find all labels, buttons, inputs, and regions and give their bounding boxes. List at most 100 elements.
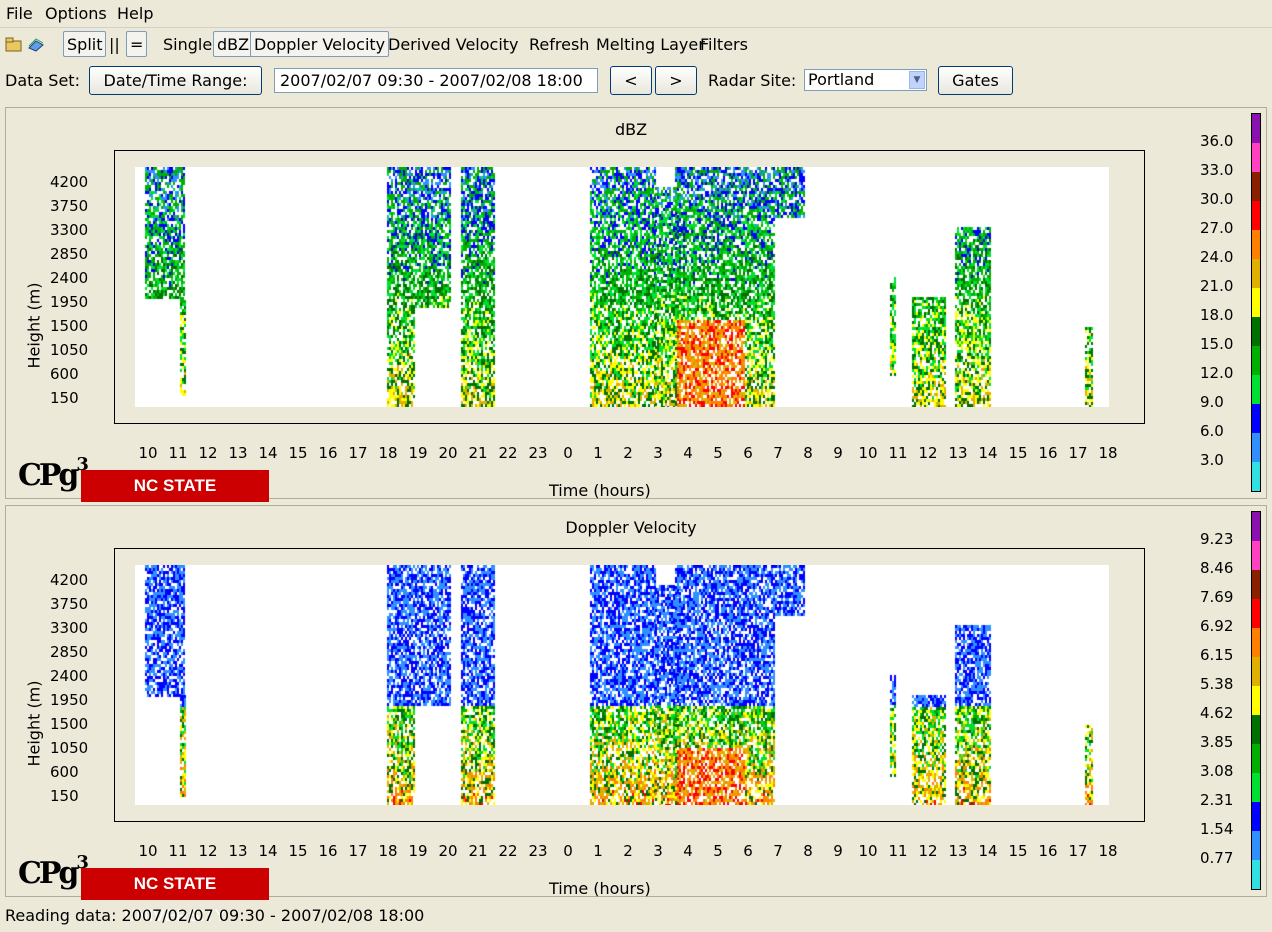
colorbar-label: 0.77 bbox=[1200, 849, 1234, 867]
x-tick-label: 17 bbox=[348, 444, 368, 462]
panel-title: dBZ bbox=[614, 120, 648, 139]
plot-area bbox=[135, 167, 1109, 407]
colorbar-label: 30.0 bbox=[1200, 190, 1234, 208]
refresh-button[interactable]: Refresh bbox=[529, 35, 589, 54]
book-icon[interactable] bbox=[27, 36, 45, 52]
menu-help[interactable]: Help bbox=[117, 4, 153, 23]
color-swatch bbox=[1252, 715, 1260, 744]
color-swatch bbox=[1252, 259, 1260, 288]
color-swatch bbox=[1252, 512, 1260, 541]
y-tick-label: 2400 bbox=[50, 667, 89, 685]
colorbar-label: 24.0 bbox=[1200, 248, 1234, 266]
plot-frame bbox=[114, 150, 1145, 424]
x-tick-label: 16 bbox=[318, 444, 338, 462]
y-axis-label: Height (m) bbox=[24, 282, 44, 369]
cpg3-logo: CPg3 bbox=[18, 852, 89, 891]
x-tick-label: 3 bbox=[653, 444, 663, 462]
menu-options[interactable]: Options bbox=[45, 4, 107, 23]
x-tick-label: 10 bbox=[138, 842, 158, 860]
x-tick-label: 17 bbox=[348, 842, 368, 860]
x-tick-label: 18 bbox=[378, 444, 398, 462]
x-tick-label: 14 bbox=[258, 444, 278, 462]
y-tick-label: 3750 bbox=[50, 595, 89, 613]
melting-layer-button[interactable]: Melting Layer bbox=[596, 35, 705, 54]
x-tick-label: 21 bbox=[468, 842, 488, 860]
colorbar-label: 3.08 bbox=[1200, 762, 1234, 780]
split-button[interactable]: Split bbox=[63, 31, 107, 57]
color-swatch bbox=[1252, 346, 1260, 375]
x-tick-label: 2 bbox=[623, 444, 633, 462]
x-tick-label: 22 bbox=[498, 444, 518, 462]
colorbar-label: 33.0 bbox=[1200, 161, 1234, 179]
color-bar bbox=[1251, 113, 1261, 492]
x-tick-label: 15 bbox=[1008, 842, 1028, 860]
date-range-field[interactable]: 2007/02/07 09:30 - 2007/02/08 18:00 bbox=[274, 68, 598, 93]
colorbar-label: 3.0 bbox=[1200, 451, 1224, 469]
y-tick-label: 600 bbox=[50, 365, 79, 383]
gates-button[interactable]: Gates bbox=[938, 66, 1013, 95]
equal-button[interactable]: = bbox=[126, 31, 148, 57]
color-swatch bbox=[1252, 317, 1260, 346]
x-tick-label: 6 bbox=[743, 444, 753, 462]
x-tick-label: 23 bbox=[528, 842, 548, 860]
chevron-down-icon[interactable]: ▼ bbox=[909, 71, 925, 89]
pause-button[interactable]: || bbox=[109, 35, 120, 54]
color-swatch bbox=[1252, 744, 1260, 773]
x-tick-label: 18 bbox=[1098, 842, 1118, 860]
derived-velocity-button[interactable]: Derived Velocity bbox=[388, 35, 519, 54]
x-tick-label: 13 bbox=[228, 444, 248, 462]
color-swatch bbox=[1252, 831, 1260, 860]
colorbar-label: 2.31 bbox=[1200, 791, 1234, 809]
x-tick-label: 10 bbox=[858, 842, 878, 860]
x-tick-label: 8 bbox=[803, 444, 813, 462]
x-tick-label: 0 bbox=[563, 842, 573, 860]
menu-file[interactable]: File bbox=[6, 4, 33, 23]
ncsu-logo: NC STATE UNIVERSITY bbox=[81, 470, 269, 527]
colorbar-label: 8.46 bbox=[1200, 559, 1234, 577]
x-tick-label: 18 bbox=[1098, 444, 1118, 462]
x-tick-label: 16 bbox=[318, 842, 338, 860]
colorbar-label: 15.0 bbox=[1200, 335, 1234, 353]
color-swatch bbox=[1252, 230, 1260, 259]
colorbar-label: 1.54 bbox=[1200, 820, 1234, 838]
next-button[interactable]: > bbox=[655, 66, 697, 95]
single-button[interactable]: Single bbox=[163, 35, 212, 54]
y-tick-label: 4200 bbox=[50, 173, 89, 191]
filters-button[interactable]: Filters bbox=[700, 35, 748, 54]
x-tick-label: 15 bbox=[288, 444, 308, 462]
color-swatch bbox=[1252, 172, 1260, 201]
doppler-velocity-button[interactable]: Doppler Velocity bbox=[250, 31, 390, 57]
colorbar-label: 21.0 bbox=[1200, 277, 1234, 295]
open-folder-icon[interactable] bbox=[5, 36, 23, 52]
x-tick-label: 21 bbox=[468, 444, 488, 462]
y-tick-label: 4200 bbox=[50, 571, 89, 589]
x-tick-label: 12 bbox=[918, 444, 938, 462]
colorbar-label: 6.15 bbox=[1200, 646, 1234, 664]
x-tick-label: 5 bbox=[713, 444, 723, 462]
y-tick-label: 2850 bbox=[50, 245, 89, 263]
x-tick-label: 13 bbox=[228, 842, 248, 860]
x-tick-label: 17 bbox=[1068, 842, 1088, 860]
color-swatch bbox=[1252, 462, 1260, 491]
x-tick-label: 23 bbox=[528, 444, 548, 462]
x-tick-label: 22 bbox=[498, 842, 518, 860]
y-tick-label: 1050 bbox=[50, 341, 89, 359]
prev-button[interactable]: < bbox=[610, 66, 652, 95]
date-time-range-button[interactable]: Date/Time Range: bbox=[89, 66, 262, 95]
x-tick-label: 11 bbox=[168, 444, 188, 462]
x-tick-label: 12 bbox=[918, 842, 938, 860]
x-tick-label: 10 bbox=[138, 444, 158, 462]
x-tick-label: 13 bbox=[948, 444, 968, 462]
color-swatch bbox=[1252, 288, 1260, 317]
x-tick-label: 1 bbox=[593, 444, 603, 462]
ncsu-logo: NC STATE UNIVERSITY bbox=[81, 868, 269, 925]
color-swatch bbox=[1252, 628, 1260, 657]
colorbar-label: 9.23 bbox=[1200, 530, 1234, 548]
x-tick-label: 8 bbox=[803, 842, 813, 860]
colorbar-label: 7.69 bbox=[1200, 588, 1234, 606]
y-tick-label: 1950 bbox=[50, 293, 89, 311]
x-tick-label: 14 bbox=[258, 842, 278, 860]
dbz-button[interactable]: dBZ bbox=[213, 31, 254, 57]
radar-site-select[interactable]: Portland ▼ bbox=[804, 69, 927, 91]
radar-heatmap bbox=[135, 565, 1109, 805]
